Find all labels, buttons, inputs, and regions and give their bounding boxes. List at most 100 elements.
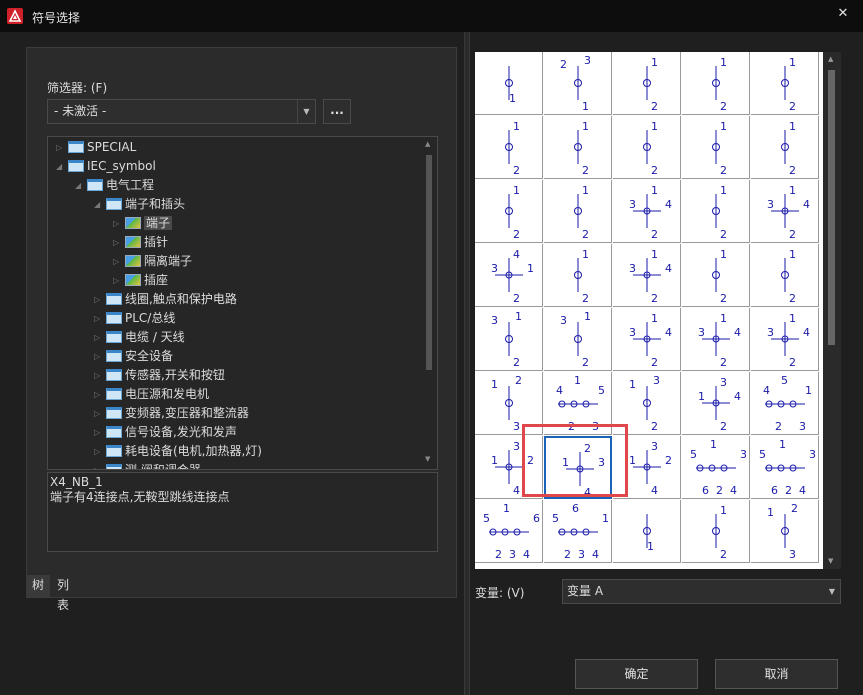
symbol-cell[interactable]: 1 bbox=[613, 500, 681, 563]
grid-scrollbar[interactable]: ▲ ▼ bbox=[823, 52, 841, 569]
filter-more-button[interactable]: ... bbox=[323, 99, 351, 124]
collapsed-toggle-icon[interactable]: ▷ bbox=[56, 138, 66, 157]
cancel-button[interactable]: 取消 bbox=[715, 659, 838, 689]
symbol-cell[interactable]: 45 1 2 3 bbox=[751, 372, 819, 435]
filter-dropdown[interactable]: - 未激活 - ▼ bbox=[47, 99, 316, 124]
symbol-cell[interactable]: 12 bbox=[475, 180, 543, 243]
symbol-cell[interactable]: 1 34 2 bbox=[682, 372, 750, 435]
symbol-connection-label: 1 bbox=[503, 502, 510, 515]
scroll-down-icon[interactable]: ▼ bbox=[425, 455, 430, 463]
close-icon[interactable]: ✕ bbox=[823, 0, 863, 32]
symbol-cell[interactable]: 3 14 2 bbox=[613, 308, 681, 371]
symbol-cell[interactable]: 41 5 2 3 bbox=[544, 372, 612, 435]
collapsed-toggle-icon[interactable]: ▷ bbox=[113, 252, 123, 271]
symbol-cell[interactable]: 1 2 3 bbox=[751, 500, 819, 563]
symbol-cell[interactable]: 1 3 2 bbox=[613, 372, 681, 435]
symbol-cell[interactable]: 1 32 4 bbox=[475, 436, 543, 499]
symbol-cell[interactable]: 12 bbox=[751, 244, 819, 307]
tree-item[interactable]: ▷ 电缆 / 天线 bbox=[94, 328, 185, 347]
symbol-cell[interactable]: 12 bbox=[613, 52, 681, 115]
symbol-cell[interactable]: 12 bbox=[682, 244, 750, 307]
tab-list[interactable]: 列表 bbox=[51, 575, 75, 612]
symbol-cell[interactable]: 12 bbox=[751, 52, 819, 115]
symbol-cell[interactable]: 3 14 2 bbox=[751, 180, 819, 243]
tree-scrollbar[interactable]: ▲ ▼ bbox=[421, 137, 437, 469]
collapsed-toggle-icon[interactable]: ▷ bbox=[94, 347, 104, 366]
grid-scroll-thumb[interactable] bbox=[828, 70, 835, 345]
collapsed-toggle-icon[interactable]: ▷ bbox=[113, 271, 123, 290]
symbol-cell[interactable]: 3 14 2 bbox=[613, 244, 681, 307]
symbol-cell[interactable]: 3 14 2 bbox=[682, 308, 750, 371]
symbol-tree[interactable]: ▷ SPECIAL ◢ IEC_symbol ◢ 电气工程 ◢ 端子和插头 ▷ 端子 ▷ 插针 ▷ 隔离端… bbox=[47, 136, 438, 470]
symbol-cell[interactable]: 51 3 624 bbox=[751, 436, 819, 499]
symbol-cell[interactable]: 3 1 2 bbox=[544, 308, 612, 371]
expanded-toggle-icon[interactable]: ◢ bbox=[94, 195, 104, 214]
symbol-cell[interactable]: 2 3 1 bbox=[544, 52, 612, 115]
symbol-cell[interactable]: 12 bbox=[544, 116, 612, 179]
symbol-cell[interactable]: 12 bbox=[682, 180, 750, 243]
tree-item[interactable]: ▷ 插座 bbox=[113, 271, 168, 290]
symbol-cell[interactable]: 3 14 2 bbox=[751, 308, 819, 371]
collapsed-toggle-icon[interactable]: ▷ bbox=[94, 366, 104, 385]
tree-item[interactable]: ◢ 电气工程 bbox=[75, 176, 154, 195]
symbol-cell[interactable]: 3 1 2 bbox=[475, 308, 543, 371]
expanded-toggle-icon[interactable]: ◢ bbox=[75, 176, 85, 195]
tree-item[interactable]: ▷ 耗电设备(电机,加热器,灯) bbox=[94, 442, 262, 461]
collapsed-toggle-icon[interactable]: ▷ bbox=[94, 423, 104, 442]
tree-item[interactable]: ▷ 测,阀和调合器 bbox=[94, 461, 201, 469]
terminal-symbol-icon: 12 bbox=[781, 248, 796, 305]
symbol-cell[interactable]: 12 bbox=[475, 116, 543, 179]
tree-scroll-thumb[interactable] bbox=[426, 155, 432, 370]
tree-item[interactable]: ▷ PLC/总线 bbox=[94, 309, 175, 328]
collapsed-toggle-icon[interactable]: ▷ bbox=[94, 290, 104, 309]
symbol-cell[interactable]: 12 bbox=[613, 116, 681, 179]
terminal-symbol-icon: 3 1 2 bbox=[491, 310, 522, 369]
tree-item[interactable]: ▷ 端子 bbox=[113, 214, 173, 233]
symbol-cell[interactable]: 12 bbox=[682, 116, 750, 179]
symbol-cell[interactable]: 12 bbox=[682, 500, 750, 563]
symbol-cell[interactable]: 1 2 3 bbox=[475, 372, 543, 435]
tree-item[interactable]: ▷ 信号设备,发光和发声 bbox=[94, 423, 237, 442]
scroll-down-icon[interactable]: ▼ bbox=[828, 557, 833, 565]
collapsed-toggle-icon[interactable]: ▷ bbox=[94, 309, 104, 328]
symbol-cell[interactable]: 12 bbox=[751, 116, 819, 179]
tree-item[interactable]: ▷ 电压源和发电机 bbox=[94, 385, 209, 404]
tree-item[interactable]: ▷ 安全设备 bbox=[94, 347, 173, 366]
collapsed-toggle-icon[interactable]: ▷ bbox=[113, 214, 123, 233]
symbol-cell[interactable]: 1 23 4 bbox=[544, 436, 612, 499]
collapsed-toggle-icon[interactable]: ▷ bbox=[94, 461, 104, 469]
symbol-grid[interactable]: 1231121212121212121212123142123142341212… bbox=[475, 52, 841, 569]
symbol-cell[interactable]: 1 32 4 bbox=[613, 436, 681, 499]
scroll-up-icon[interactable]: ▲ bbox=[425, 140, 430, 148]
folder-icon bbox=[106, 198, 122, 210]
symbol-cell[interactable]: 3 14 2 bbox=[613, 180, 681, 243]
tree-item[interactable]: ▷ 传感器,开关和按钮 bbox=[94, 366, 225, 385]
tree-item[interactable]: ▷ 变频器,变压器和整流器 bbox=[94, 404, 249, 423]
collapsed-toggle-icon[interactable]: ▷ bbox=[94, 442, 104, 461]
scroll-up-icon[interactable]: ▲ bbox=[828, 55, 833, 63]
symbol-cell[interactable]: 51 6 234 bbox=[475, 500, 543, 563]
collapsed-toggle-icon[interactable]: ▷ bbox=[94, 385, 104, 404]
tree-item[interactable]: ▷ 插针 bbox=[113, 233, 168, 252]
symbol-cell[interactable]: 3 41 2 bbox=[475, 244, 543, 307]
symbol-cell[interactable]: 12 bbox=[544, 244, 612, 307]
symbol-cell[interactable]: 1 bbox=[475, 52, 543, 115]
symbol-cell[interactable]: 56 1 234 bbox=[544, 500, 612, 563]
tree-item[interactable]: ◢ IEC_symbol bbox=[56, 157, 156, 176]
tree-item[interactable]: ▷ 线圈,触点和保护电路 bbox=[94, 290, 237, 309]
expanded-toggle-icon[interactable]: ◢ bbox=[56, 157, 66, 176]
collapsed-toggle-icon[interactable]: ▷ bbox=[113, 233, 123, 252]
symbol-cell[interactable]: 51 3 624 bbox=[682, 436, 750, 499]
panel-splitter[interactable] bbox=[464, 32, 470, 695]
collapsed-toggle-icon[interactable]: ▷ bbox=[94, 404, 104, 423]
terminal-symbol-icon: 3 14 2 bbox=[629, 312, 672, 369]
variant-dropdown[interactable]: 变量 A ▼ bbox=[562, 579, 841, 604]
tree-item[interactable]: ▷ SPECIAL bbox=[56, 138, 136, 157]
collapsed-toggle-icon[interactable]: ▷ bbox=[94, 328, 104, 347]
tree-item[interactable]: ▷ 隔离端子 bbox=[113, 252, 192, 271]
tree-item[interactable]: ◢ 端子和插头 bbox=[94, 195, 185, 214]
tab-tree[interactable]: 树 bbox=[26, 575, 51, 597]
symbol-cell[interactable]: 12 bbox=[544, 180, 612, 243]
ok-button[interactable]: 确定 bbox=[575, 659, 698, 689]
symbol-cell[interactable]: 12 bbox=[682, 52, 750, 115]
